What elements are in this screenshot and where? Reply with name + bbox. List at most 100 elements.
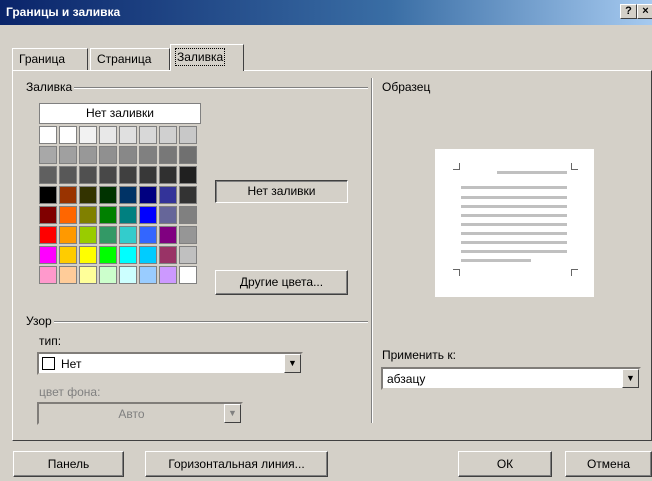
bgcolor-select[interactable]: Авто ▼ [37, 402, 243, 425]
preview-area [435, 149, 594, 297]
color-swatch[interactable] [79, 246, 97, 264]
color-swatch[interactable] [99, 146, 117, 164]
color-swatch[interactable] [39, 226, 57, 244]
color-swatch[interactable] [79, 166, 97, 184]
selected-fill-display: Нет заливки [215, 180, 348, 203]
color-swatch[interactable] [119, 246, 137, 264]
more-colors-button[interactable]: Другие цвета... [215, 270, 348, 295]
help-button[interactable]: ? [620, 4, 637, 19]
color-swatch[interactable] [119, 206, 137, 224]
color-swatch[interactable] [99, 166, 117, 184]
color-swatch[interactable] [79, 126, 97, 144]
color-swatch[interactable] [159, 226, 177, 244]
color-swatch[interactable] [119, 226, 137, 244]
color-swatch[interactable] [179, 206, 197, 224]
pattern-type-label: тип: [39, 334, 62, 348]
color-swatch[interactable] [99, 226, 117, 244]
color-swatch[interactable] [179, 166, 197, 184]
color-swatch[interactable] [139, 146, 157, 164]
color-swatch[interactable] [39, 126, 57, 144]
tab-shading[interactable]: Заливка [170, 44, 244, 71]
color-swatch[interactable] [119, 146, 137, 164]
color-swatch[interactable] [59, 206, 77, 224]
color-swatch[interactable] [59, 166, 77, 184]
preview-text-line [461, 259, 531, 262]
color-swatch[interactable] [79, 206, 97, 224]
preview-text-line [461, 205, 567, 208]
color-swatch[interactable] [119, 166, 137, 184]
preview-corner-mark [571, 163, 578, 170]
chevron-down-icon[interactable]: ▼ [284, 354, 301, 373]
color-swatch[interactable] [59, 226, 77, 244]
color-swatch[interactable] [139, 166, 157, 184]
color-swatch[interactable] [99, 206, 117, 224]
color-swatch[interactable] [159, 126, 177, 144]
color-swatch[interactable] [139, 226, 157, 244]
color-swatch[interactable] [59, 146, 77, 164]
color-swatch[interactable] [99, 126, 117, 144]
panel-button[interactable]: Панель [13, 451, 124, 477]
close-button[interactable]: × [637, 4, 652, 19]
color-swatch[interactable] [159, 146, 177, 164]
color-swatch[interactable] [39, 186, 57, 204]
color-swatch[interactable] [59, 246, 77, 264]
color-swatch[interactable] [139, 266, 157, 284]
panel-divider [371, 78, 373, 423]
color-swatch[interactable] [139, 246, 157, 264]
apply-to-value: абзацу [387, 372, 426, 386]
color-swatch[interactable] [79, 226, 97, 244]
fill-group-label: Заливка [24, 80, 75, 94]
chevron-down-icon[interactable]: ▼ [622, 369, 639, 388]
color-swatch[interactable] [159, 206, 177, 224]
color-swatch[interactable] [39, 206, 57, 224]
horizontal-line-button[interactable]: Горизонтальная линия... [145, 451, 328, 477]
color-swatch[interactable] [159, 166, 177, 184]
preview-text-line [461, 223, 567, 226]
color-swatch[interactable] [119, 266, 137, 284]
ok-button[interactable]: ОК [458, 451, 552, 477]
color-palette [39, 126, 201, 288]
color-swatch[interactable] [99, 246, 117, 264]
color-swatch[interactable] [179, 246, 197, 264]
no-fill-swatch-button[interactable]: Нет заливки [39, 103, 201, 124]
color-swatch[interactable] [159, 186, 177, 204]
color-swatch[interactable] [139, 126, 157, 144]
color-swatch[interactable] [139, 206, 157, 224]
color-swatch[interactable] [179, 186, 197, 204]
cancel-label: Отмена [586, 457, 631, 471]
tab-page-label: Страница [97, 52, 152, 66]
color-swatch[interactable] [59, 186, 77, 204]
tab-page[interactable]: Страница [90, 48, 170, 70]
color-swatch[interactable] [159, 246, 177, 264]
color-swatch[interactable] [119, 126, 137, 144]
pattern-group-label: Узор [24, 314, 54, 328]
color-swatch[interactable] [79, 146, 97, 164]
color-swatch[interactable] [39, 266, 57, 284]
tab-shading-label: Заливка [174, 48, 226, 66]
no-fill-swatch-label: Нет заливки [86, 106, 154, 120]
color-swatch[interactable] [59, 266, 77, 284]
color-swatch[interactable] [79, 266, 97, 284]
color-swatch[interactable] [119, 186, 137, 204]
color-swatch[interactable] [179, 126, 197, 144]
title-bar[interactable]: Границы и заливка ? × [0, 0, 652, 25]
selected-fill-label: Нет заливки [247, 184, 316, 198]
color-swatch[interactable] [39, 246, 57, 264]
tab-border[interactable]: Граница [12, 48, 88, 70]
chevron-down-icon[interactable]: ▼ [224, 404, 241, 423]
color-swatch[interactable] [179, 266, 197, 284]
pattern-type-select[interactable]: Нет ▼ [37, 352, 303, 375]
color-swatch[interactable] [79, 186, 97, 204]
color-swatch[interactable] [39, 166, 57, 184]
window-title: Границы и заливка [6, 5, 121, 19]
color-swatch[interactable] [139, 186, 157, 204]
color-swatch[interactable] [159, 266, 177, 284]
color-swatch[interactable] [179, 226, 197, 244]
color-swatch[interactable] [99, 266, 117, 284]
color-swatch[interactable] [59, 126, 77, 144]
color-swatch[interactable] [39, 146, 57, 164]
color-swatch[interactable] [99, 186, 117, 204]
color-swatch[interactable] [179, 146, 197, 164]
cancel-button[interactable]: Отмена [565, 451, 652, 477]
apply-to-select[interactable]: абзацу ▼ [381, 367, 641, 390]
